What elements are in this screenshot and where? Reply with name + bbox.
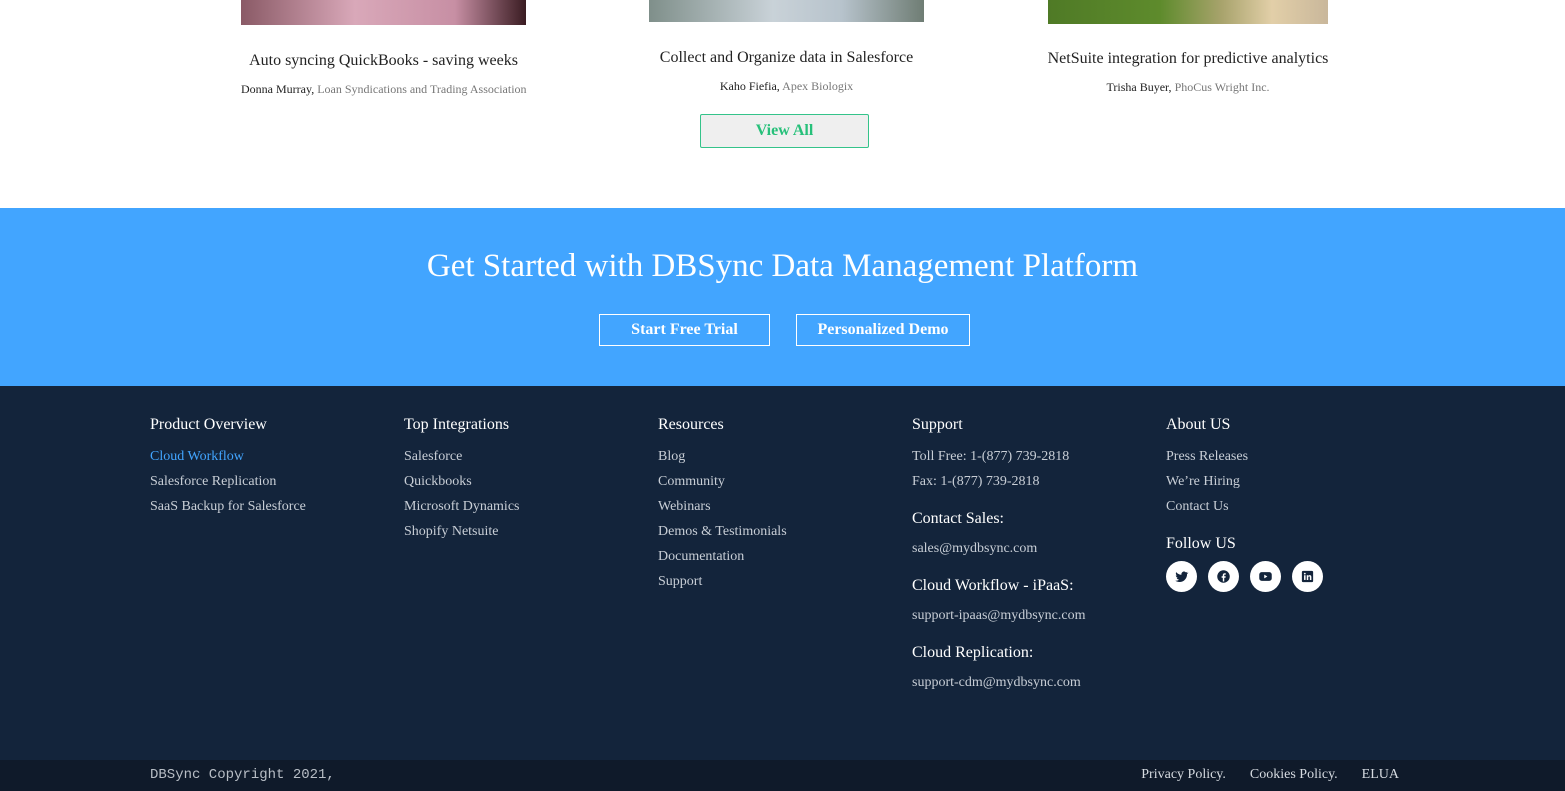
footer-link-documentation[interactable]: Documentation <box>658 544 787 569</box>
testimonial-org: Loan Syndications and Trading Associatio… <box>317 82 527 96</box>
footer-link-press-releases[interactable]: Press Releases <box>1166 444 1323 469</box>
legal-links: Privacy Policy. Cookies Policy. ELUA <box>1141 767 1399 783</box>
privacy-policy-link[interactable]: Privacy Policy. <box>1141 767 1226 783</box>
testimonial-author: Trisha Buyer, PhoCus Wright Inc. <box>1048 80 1328 95</box>
footer-heading-product: Product Overview <box>150 416 267 433</box>
linkedin-icon[interactable] <box>1292 561 1323 592</box>
replication-email-link[interactable]: support-cdm@mydbsync.com <box>912 670 1085 695</box>
testimonial-thumbnail[interactable] <box>1048 0 1328 24</box>
get-started-banner: Get Started with DBSync Data Management … <box>0 208 1565 386</box>
testimonial-person: Kaho Fiefia, <box>719 79 780 93</box>
footer-link-saas-backup[interactable]: SaaS Backup for Salesforce <box>150 494 306 519</box>
testimonial-card[interactable]: NetSuite integration for predictive anal… <box>1048 0 1328 110</box>
sales-email-link[interactable]: sales@mydbsync.com <box>912 536 1085 561</box>
footer-link-shopify-netsuite[interactable]: Shopify Netsuite <box>404 519 519 544</box>
testimonial-person: Donna Murray, <box>241 82 315 96</box>
testimonials-section: Auto syncing QuickBooks - saving weeks D… <box>0 0 1565 208</box>
footer-link-blog[interactable]: Blog <box>658 444 787 469</box>
testimonial-person: Trisha Buyer, <box>1106 80 1172 94</box>
testimonial-author: Kaho Fiefia, Apex Biologix <box>649 79 924 94</box>
footer-link-cloud-workflow[interactable]: Cloud Workflow <box>150 444 306 469</box>
toll-free-phone[interactable]: Toll Free: 1-(877) 739-2818 <box>912 444 1085 469</box>
testimonial-title[interactable]: Collect and Organize data in Salesforce <box>629 49 944 67</box>
footer-heading-support: Support <box>912 416 963 433</box>
footer-col-resources: Resources Blog Community Webinars Demos … <box>658 416 787 594</box>
testimonial-org: Apex Biologix <box>782 79 854 93</box>
social-links <box>1166 561 1323 592</box>
contact-sales-heading: Contact Sales: <box>912 510 1004 527</box>
footer-col-integrations: Top Integrations Salesforce Quickbooks M… <box>404 416 519 544</box>
cta-heading: Get Started with DBSync Data Management … <box>426 248 1139 284</box>
footer-col-support: Support Toll Free: 1-(877) 739-2818 Fax:… <box>912 416 1085 695</box>
youtube-icon[interactable] <box>1250 561 1281 592</box>
testimonial-title[interactable]: Auto syncing QuickBooks - saving weeks <box>241 52 526 70</box>
testimonial-author: Donna Murray, Loan Syndications and Trad… <box>241 82 527 97</box>
cookies-policy-link[interactable]: Cookies Policy. <box>1250 767 1338 783</box>
start-free-trial-button[interactable]: Start Free Trial <box>599 314 770 346</box>
testimonial-card[interactable]: Auto syncing QuickBooks - saving weeks D… <box>241 0 527 110</box>
footer-link-demos-testimonials[interactable]: Demos & Testimonials <box>658 519 787 544</box>
ipaas-email-link[interactable]: support-ipaas@mydbsync.com <box>912 603 1085 628</box>
footer-col-about: About US Press Releases We’re Hiring Con… <box>1166 416 1323 592</box>
footer-link-quickbooks[interactable]: Quickbooks <box>404 469 519 494</box>
footer-link-contact-us[interactable]: Contact Us <box>1166 494 1323 519</box>
bottom-bar: DBSync Copyright 2021, Privacy Policy. C… <box>0 760 1565 791</box>
testimonial-title[interactable]: NetSuite integration for predictive anal… <box>1028 50 1348 68</box>
testimonial-card[interactable]: Collect and Organize data in Salesforce … <box>649 0 924 110</box>
footer-col-product: Product Overview Cloud Workflow Salesfor… <box>150 416 306 519</box>
footer-link-webinars[interactable]: Webinars <box>658 494 787 519</box>
footer-link-microsoft-dynamics[interactable]: Microsoft Dynamics <box>404 494 519 519</box>
twitter-icon[interactable] <box>1166 561 1197 592</box>
elua-link[interactable]: ELUA <box>1362 767 1399 783</box>
fax-number: Fax: 1-(877) 739-2818 <box>912 474 1040 489</box>
footer-heading-integrations: Top Integrations <box>404 416 510 433</box>
replication-heading: Cloud Replication: <box>912 644 1034 661</box>
footer-link-hiring[interactable]: We’re Hiring <box>1166 469 1323 494</box>
copyright-text: DBSync Copyright 2021, <box>150 767 335 783</box>
footer-heading-about: About US <box>1166 416 1231 433</box>
footer-link-community[interactable]: Community <box>658 469 787 494</box>
testimonial-thumbnail[interactable] <box>649 0 924 22</box>
follow-us-heading: Follow US <box>1166 535 1236 552</box>
view-all-button[interactable]: View All <box>700 114 869 148</box>
facebook-icon[interactable] <box>1208 561 1239 592</box>
ipaas-heading: Cloud Workflow - iPaaS: <box>912 577 1074 594</box>
footer-link-salesforce[interactable]: Salesforce <box>404 444 519 469</box>
footer-heading-resources: Resources <box>658 416 724 433</box>
site-footer: Product Overview Cloud Workflow Salesfor… <box>0 386 1565 760</box>
testimonial-thumbnail[interactable] <box>241 0 526 25</box>
testimonial-org: PhoCus Wright Inc. <box>1174 80 1270 94</box>
footer-link-support[interactable]: Support <box>658 569 787 594</box>
personalized-demo-button[interactable]: Personalized Demo <box>796 314 970 346</box>
footer-link-salesforce-replication[interactable]: Salesforce Replication <box>150 469 306 494</box>
